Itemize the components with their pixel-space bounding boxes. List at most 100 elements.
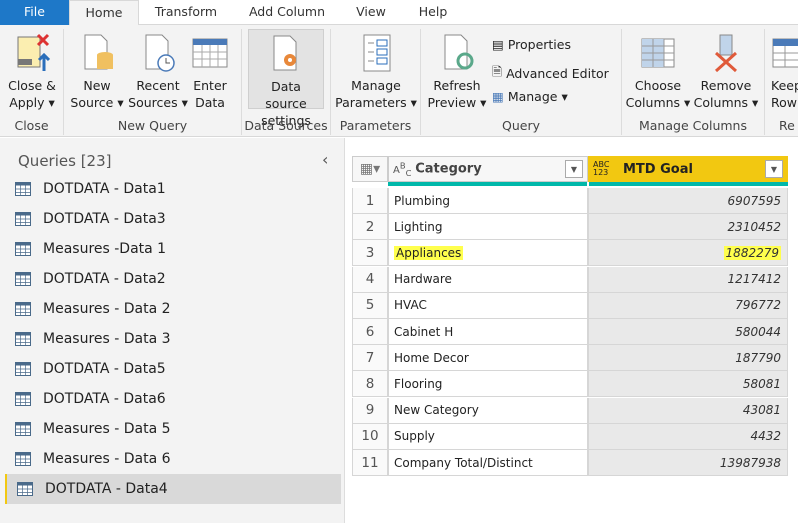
column-filter-dropdown[interactable]: ▼ — [565, 160, 583, 178]
query-item[interactable]: Measures -Data 1 — [5, 234, 341, 264]
cell-category[interactable]: Plumbing — [388, 188, 588, 214]
tab-home[interactable]: Home — [69, 0, 139, 26]
cell-text: 1217412 — [727, 272, 781, 287]
cell-category[interactable]: Hardware — [388, 266, 588, 293]
group-label: Parameters — [339, 118, 412, 133]
choose-columns-icon — [641, 38, 675, 68]
cell-text: HVAC — [394, 298, 427, 313]
data-source-settings-button[interactable]: Data source settings — [248, 29, 324, 128]
advanced-editor-button[interactable]: 🗎 Advanced Editor — [492, 63, 609, 84]
new-source-button[interactable]: New Source ▾ — [68, 29, 126, 111]
table-row: 10 Supply 4432 — [352, 423, 788, 450]
row-number: 10 — [352, 423, 388, 450]
refresh-preview-button[interactable]: Refresh Preview ▾ — [425, 29, 489, 111]
table-icon — [15, 332, 31, 346]
cell-mtd-goal[interactable]: 4432 — [588, 423, 788, 450]
table-row: 4 Hardware 1217412 — [352, 266, 788, 293]
ribbon-tabs: File Home Transform Add Column View Help — [0, 0, 798, 26]
collapse-chevron-icon[interactable]: ‹ — [322, 150, 328, 169]
table-icon — [15, 422, 31, 436]
row-number: 1 — [352, 188, 388, 214]
row-number: 2 — [352, 214, 388, 241]
cell-category[interactable]: New Category — [388, 397, 588, 424]
cell-text: 13987938 — [719, 455, 781, 470]
cell-mtd-goal[interactable]: 187790 — [588, 345, 788, 372]
recent-sources-button[interactable]: Recent Sources ▾ — [128, 29, 188, 111]
cell-text: Supply — [394, 429, 435, 444]
manage-button[interactable]: ▦ Manage ▾ — [492, 89, 568, 104]
cell-mtd-goal[interactable]: 1882279 — [588, 240, 788, 267]
cell-category[interactable]: Appliances — [388, 240, 588, 267]
tab-transform[interactable]: Transform — [139, 0, 233, 25]
cell-category[interactable]: Supply — [388, 423, 588, 450]
column-filter-dropdown[interactable]: ▼ — [765, 160, 783, 178]
close-apply-button[interactable]: Close & Apply ▾ — [4, 29, 60, 111]
table-menu-button[interactable]: ▦▾ — [352, 156, 388, 182]
query-item[interactable]: Measures - Data 5 — [5, 414, 341, 444]
column-quality-bar — [589, 182, 788, 186]
cell-text: 1882279 — [723, 245, 781, 260]
tab-view[interactable]: View — [341, 0, 401, 25]
query-item[interactable]: DOTDATA - Data6 — [5, 384, 341, 414]
table-icon — [15, 242, 31, 256]
query-label: DOTDATA - Data2 — [43, 271, 166, 287]
choose-columns-button[interactable]: Choose Columns ▾ — [624, 29, 692, 111]
properties-icon: ▤ — [492, 37, 504, 52]
query-item[interactable]: DOTDATA - Data4 — [5, 474, 341, 504]
table-row: 1 Plumbing 6907595 — [352, 188, 788, 214]
column-header-category[interactable]: ABC Category ▼ — [388, 156, 588, 182]
query-label: DOTDATA - Data3 — [43, 211, 166, 227]
cell-text: 580044 — [735, 324, 781, 339]
query-item[interactable]: DOTDATA - Data3 — [5, 204, 341, 234]
table-icon: ▦▾ — [359, 161, 381, 177]
cell-category[interactable]: Cabinet H — [388, 319, 588, 345]
query-label: DOTDATA - Data5 — [43, 361, 166, 377]
tab-help[interactable]: Help — [401, 0, 465, 25]
manage-parameters-button[interactable]: Manage Parameters ▾ — [335, 29, 417, 111]
query-item[interactable]: Measures - Data 3 — [5, 324, 341, 354]
cell-category[interactable]: Home Decor — [388, 345, 588, 372]
group-label: Re — [779, 118, 795, 133]
table-icon — [15, 182, 31, 196]
cell-mtd-goal[interactable]: 580044 — [588, 319, 788, 345]
cell-category[interactable]: Lighting — [388, 214, 588, 241]
enter-data-button[interactable]: Enter Data — [190, 29, 230, 111]
group-manage-columns: Choose Columns ▾ Remove Columns ▾ Manage C… — [622, 29, 765, 135]
cell-mtd-goal[interactable]: 796772 — [588, 292, 788, 319]
tab-add-column[interactable]: Add Column — [233, 0, 341, 25]
cell-mtd-goal[interactable]: 58081 — [588, 371, 788, 398]
group-parameters: Manage Parameters ▾ Parameters — [331, 29, 421, 135]
table-icon — [17, 482, 33, 496]
text-type-icon: ABC — [393, 160, 412, 178]
cell-category[interactable]: HVAC — [388, 292, 588, 319]
keep-rows-button[interactable]: Keep Row — [771, 29, 798, 111]
keep-rows-icon — [772, 38, 798, 68]
group-label: Manage Columns — [638, 118, 747, 133]
properties-button[interactable]: ▤ Properties — [492, 37, 571, 52]
table-icon — [15, 272, 31, 286]
cell-mtd-goal[interactable]: 43081 — [588, 397, 788, 424]
group-label: Close — [14, 118, 49, 133]
tab-file[interactable]: File — [0, 0, 69, 25]
group-query: Refresh Preview ▾ ▤ Properties 🗎 Advanced E… — [421, 29, 622, 135]
query-item[interactable]: DOTDATA - Data2 — [5, 264, 341, 294]
table-icon — [15, 302, 31, 316]
query-item[interactable]: DOTDATA - Data1 — [5, 174, 341, 204]
query-item[interactable]: DOTDATA - Data5 — [5, 354, 341, 384]
cell-mtd-goal[interactable]: 1217412 — [588, 266, 788, 293]
query-item[interactable]: Measures - Data 2 — [5, 294, 341, 324]
cell-mtd-goal[interactable]: 2310452 — [588, 214, 788, 241]
cell-text: New Category — [394, 403, 479, 418]
cell-text: Plumbing — [394, 193, 451, 208]
cell-text: Flooring — [394, 376, 443, 391]
recent-sources-icon — [145, 34, 175, 72]
cell-mtd-goal[interactable]: 6907595 — [588, 188, 788, 214]
query-item[interactable]: Measures - Data 6 — [5, 444, 341, 474]
group-data-sources: Data source settings Data Sources — [242, 29, 331, 135]
column-header-mtd-goal[interactable]: ABC 123 MTD Goal ▼ — [588, 156, 788, 182]
remove-columns-button[interactable]: Remove Columns ▾ — [692, 29, 760, 111]
cell-category[interactable]: Company Total/Distinct — [388, 450, 588, 476]
cell-category[interactable]: Flooring — [388, 371, 588, 398]
group-label: Data Sources — [244, 118, 328, 133]
cell-mtd-goal[interactable]: 13987938 — [588, 450, 788, 476]
